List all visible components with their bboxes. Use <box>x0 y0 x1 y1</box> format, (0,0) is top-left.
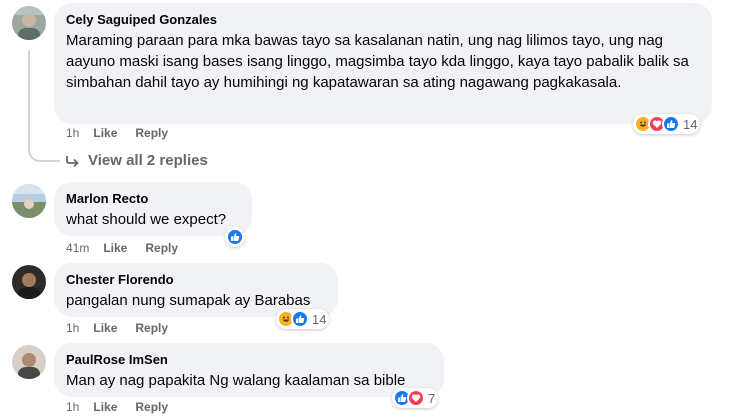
comment-text: pangalan nung sumapak ay Barabas <box>66 292 311 309</box>
reply-arrow-icon <box>66 155 79 167</box>
comment-author[interactable]: Chester Florendo <box>66 271 326 288</box>
comment-timestamp[interactable]: 41m <box>66 241 89 255</box>
comment-timestamp[interactable]: 1h <box>66 321 79 335</box>
like-button[interactable]: Like <box>93 321 117 335</box>
thread-connector <box>28 50 60 162</box>
reaction-summary[interactable]: 14 <box>633 114 701 134</box>
comment-actions: 1h Like Reply <box>66 400 186 414</box>
reaction-summary[interactable] <box>225 227 245 247</box>
like-icon <box>662 115 680 133</box>
comment-actions: 1h Like Reply <box>66 321 186 335</box>
like-icon <box>291 310 309 328</box>
comment-bubble: Marlon Recto what should we expect? <box>54 182 252 236</box>
view-replies-label: View all 2 replies <box>88 152 208 169</box>
comment-timestamp[interactable]: 1h <box>66 126 79 140</box>
comment-text: Man ay nag papakita Ng walang kaalaman s… <box>66 372 406 389</box>
reply-button[interactable]: Reply <box>135 126 168 140</box>
comment-actions: 1h Like Reply <box>66 126 186 140</box>
like-button[interactable]: Like <box>103 241 127 255</box>
like-icon <box>226 228 244 246</box>
view-replies-link[interactable]: View all 2 replies <box>66 152 208 169</box>
reaction-count: 7 <box>428 390 436 406</box>
reply-button[interactable]: Reply <box>145 241 178 255</box>
comment-text: what should we expect? <box>66 211 227 228</box>
avatar[interactable] <box>12 6 46 40</box>
comment-author[interactable]: PaulRose ImSen <box>66 351 432 368</box>
love-icon <box>407 389 425 407</box>
comment-actions: 41m Like Reply <box>66 241 196 255</box>
reply-button[interactable]: Reply <box>135 400 168 414</box>
reply-button[interactable]: Reply <box>135 321 168 335</box>
comment-timestamp[interactable]: 1h <box>66 400 79 414</box>
comment-author[interactable]: Cely Saguiped Gonzales <box>66 11 700 28</box>
comment-text: Maraming paraan para mka bawas tayo sa k… <box>66 32 689 91</box>
comment-bubble: Cely Saguiped Gonzales Maraming paraan p… <box>54 3 712 124</box>
comment-author[interactable]: Marlon Recto <box>66 190 240 207</box>
like-button[interactable]: Like <box>93 400 117 414</box>
avatar[interactable] <box>12 345 46 379</box>
avatar[interactable] <box>12 184 46 218</box>
reaction-summary[interactable]: 14 <box>276 309 330 329</box>
reaction-count: 14 <box>312 311 327 327</box>
like-button[interactable]: Like <box>93 126 117 140</box>
avatar[interactable] <box>12 265 46 299</box>
comment-bubble: PaulRose ImSen Man ay nag papakita Ng wa… <box>54 343 444 397</box>
reaction-summary[interactable]: 7 <box>392 388 439 408</box>
reaction-count: 14 <box>683 116 698 132</box>
